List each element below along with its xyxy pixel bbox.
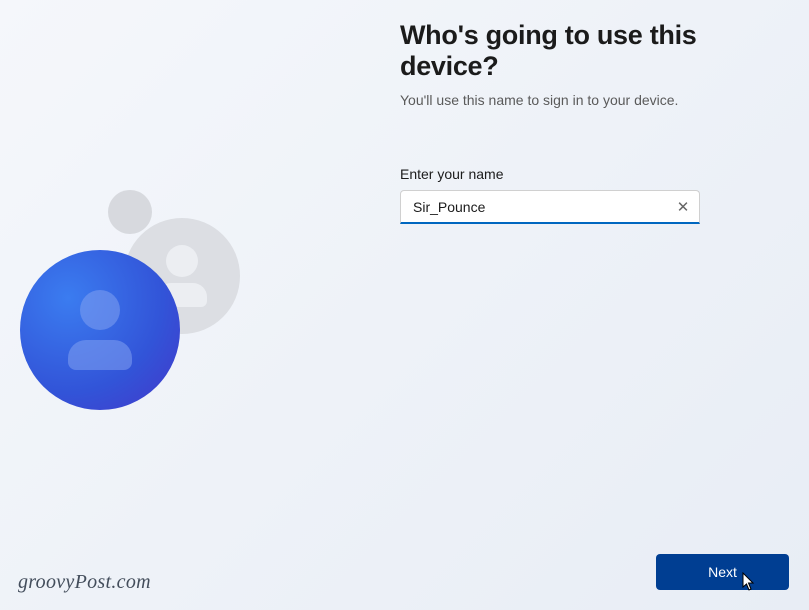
page-subtitle: You'll use this name to sign in to your … — [400, 92, 749, 108]
watermark-text: groovyPost.com — [18, 571, 151, 594]
name-field-label: Enter your name — [400, 166, 749, 182]
clear-input-button[interactable]: ✕ — [674, 198, 692, 216]
page-title: Who's going to use this device? — [400, 20, 749, 82]
avatar-blue-icon — [20, 250, 180, 410]
next-button[interactable]: Next — [656, 554, 789, 590]
user-illustration — [20, 190, 260, 430]
name-input[interactable] — [400, 190, 700, 224]
decorative-circle — [108, 190, 152, 234]
close-icon: ✕ — [677, 198, 690, 216]
